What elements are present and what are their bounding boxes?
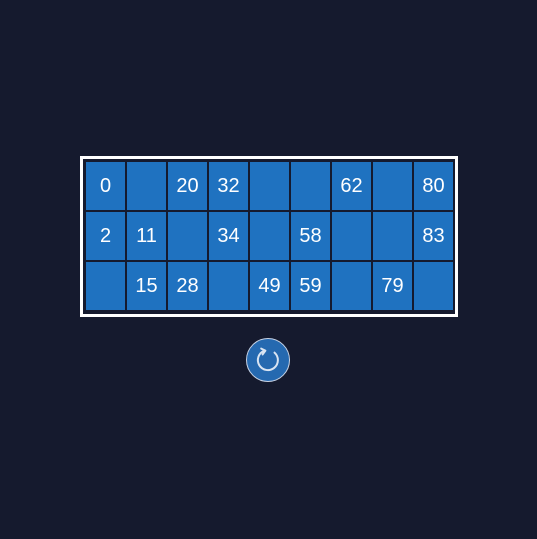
ticket-cell-empty[interactable] [414, 262, 453, 310]
ticket-cell-34[interactable]: 34 [209, 212, 248, 260]
ticket-cell-empty[interactable] [373, 162, 412, 210]
ticket-cell-empty[interactable] [291, 162, 330, 210]
ticket-cell-58[interactable]: 58 [291, 212, 330, 260]
game-stage: 0 20 32 62 80 2 11 34 58 83 15 28 49 59 79 [0, 0, 537, 539]
reset-button[interactable] [246, 338, 290, 382]
ticket-cell-28[interactable]: 28 [168, 262, 207, 310]
ticket-cell-empty[interactable] [332, 212, 371, 260]
ticket-cell-empty[interactable] [332, 262, 371, 310]
ticket-cell-83[interactable]: 83 [414, 212, 453, 260]
ticket-cell-20[interactable]: 20 [168, 162, 207, 210]
ticket-cell-empty[interactable] [250, 162, 289, 210]
ticket-cell-0[interactable]: 0 [86, 162, 125, 210]
ticket-cell-49[interactable]: 49 [250, 262, 289, 310]
ticket-cell-empty[interactable] [168, 212, 207, 260]
ticket-cell-empty[interactable] [86, 262, 125, 310]
ticket-cell-80[interactable]: 80 [414, 162, 453, 210]
ticket-cell-empty[interactable] [127, 162, 166, 210]
refresh-icon [256, 347, 279, 372]
ticket-cell-32[interactable]: 32 [209, 162, 248, 210]
ticket-cell-2[interactable]: 2 [86, 212, 125, 260]
ticket-cell-15[interactable]: 15 [127, 262, 166, 310]
ticket-cell-11[interactable]: 11 [127, 212, 166, 260]
bingo-ticket: 0 20 32 62 80 2 11 34 58 83 15 28 49 59 79 [80, 156, 458, 317]
ticket-cell-79[interactable]: 79 [373, 262, 412, 310]
ticket-cell-empty[interactable] [209, 262, 248, 310]
ticket-cell-empty[interactable] [373, 212, 412, 260]
ticket-cell-62[interactable]: 62 [332, 162, 371, 210]
ticket-grid: 0 20 32 62 80 2 11 34 58 83 15 28 49 59 79 [86, 162, 453, 310]
ticket-cell-59[interactable]: 59 [291, 262, 330, 310]
ticket-cell-empty[interactable] [250, 212, 289, 260]
